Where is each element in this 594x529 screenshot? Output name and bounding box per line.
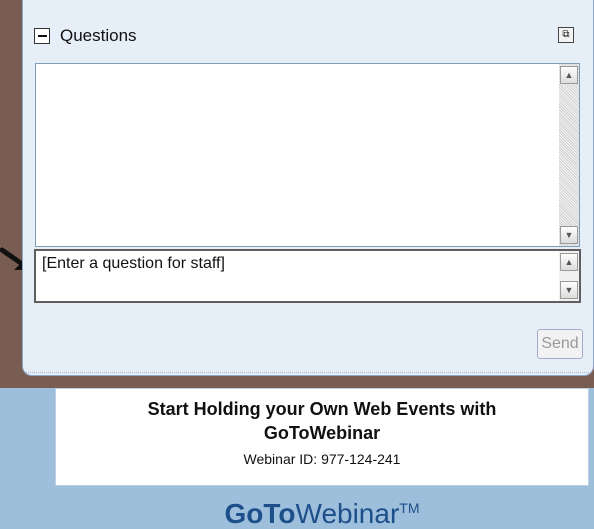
logo-tm: TM [399, 500, 420, 516]
promo-box: Start Holding your Own Web Events with G… [55, 388, 589, 486]
questions-panel: Questions ⧉ ▲ ▼ [Enter a question for st… [22, 0, 594, 376]
panel-divider [25, 372, 591, 373]
question-input-scrollbar[interactable]: ▲ ▼ [559, 251, 579, 301]
panel-title: Questions [60, 26, 137, 45]
promo-headline: Start Holding your Own Web Events with G… [56, 397, 588, 445]
webinar-id: Webinar ID: 977-124-241 [243, 451, 401, 467]
scroll-up-icon[interactable]: ▲ [560, 66, 578, 84]
minus-icon[interactable] [34, 28, 50, 44]
logo-regular: Webinar [295, 498, 400, 529]
questions-panel-header: Questions ⧉ [32, 24, 578, 48]
question-input-placeholder: [Enter a question for staff] [42, 255, 225, 272]
scroll-down-icon[interactable]: ▼ [560, 226, 578, 244]
question-input[interactable]: [Enter a question for staff] ▲ ▼ [34, 249, 581, 303]
input-scroll-up-icon[interactable]: ▲ [560, 253, 578, 271]
logo-bold: GoTo [224, 498, 296, 529]
popout-icon[interactable]: ⧉ [558, 27, 574, 43]
questions-log-scrollbar[interactable]: ▲ ▼ [559, 64, 579, 246]
promo-headline-line1: Start Holding your Own Web Events with [147, 399, 497, 419]
promo-headline-line2: GoToWebinar [263, 423, 381, 443]
gotowebinar-logo[interactable]: GoToWebinarTM [55, 490, 589, 529]
input-scroll-down-icon[interactable]: ▼ [560, 281, 578, 299]
send-button[interactable]: Send [537, 329, 583, 359]
questions-log[interactable]: ▲ ▼ [35, 63, 580, 247]
